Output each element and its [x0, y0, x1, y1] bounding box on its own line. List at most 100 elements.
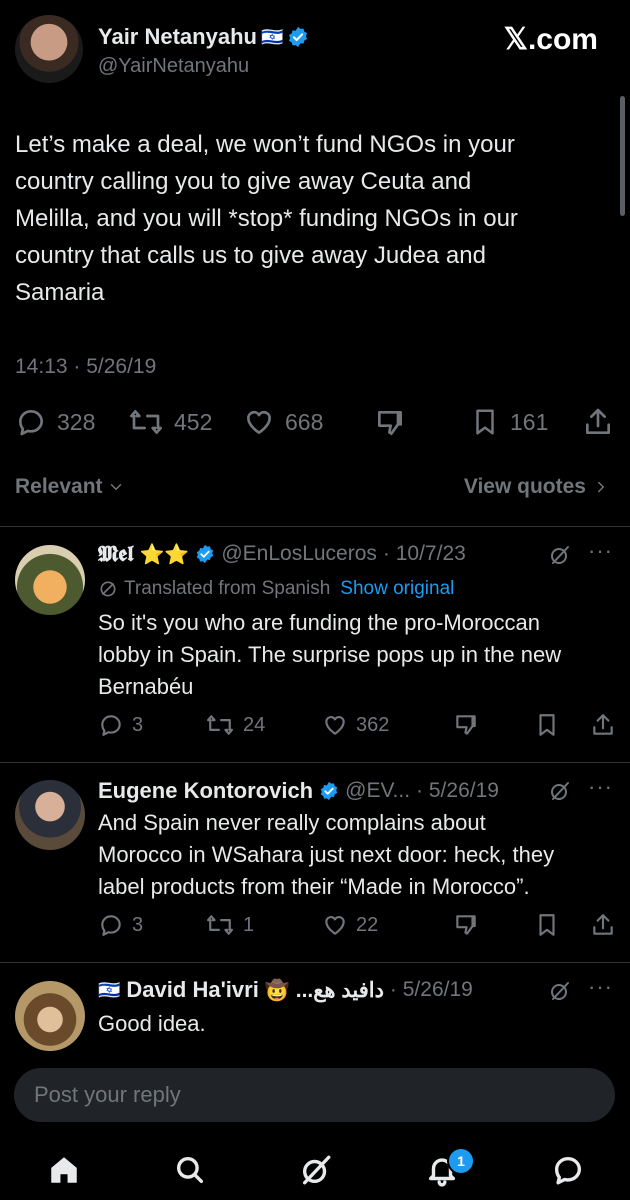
like-button[interactable]: 362 — [322, 712, 389, 738]
search-icon — [176, 1156, 204, 1184]
like-count: 22 — [356, 913, 379, 936]
repost-count: 452 — [174, 408, 213, 435]
reply-author-name[interactable]: David Ha'ivri — [126, 977, 258, 1003]
like-count: 362 — [356, 713, 390, 736]
thumbs-down-icon — [378, 411, 402, 435]
reply-avatar[interactable] — [15, 545, 85, 615]
israel-flag: 🇮🇱 — [260, 26, 284, 47]
verified-badge-icon — [197, 544, 214, 564]
share-button[interactable] — [582, 406, 614, 438]
reply-line: lobby in Spain. The surprise pops up in … — [98, 642, 562, 667]
share-icon — [593, 714, 613, 735]
share-button[interactable] — [590, 712, 616, 738]
more-options-icon[interactable]: ··· — [588, 538, 613, 564]
tab-home[interactable] — [47, 1153, 81, 1187]
message-icon — [554, 1156, 582, 1185]
author-avatar[interactable] — [15, 15, 83, 83]
repost-button[interactable]: 1 — [205, 912, 254, 938]
reply-author-name[interactable]: Eugene Kontorovich — [98, 778, 313, 804]
bookmark-count: 161 — [510, 408, 549, 435]
reply-button[interactable]: 328 — [15, 406, 95, 438]
downvote-button[interactable] — [453, 912, 479, 938]
reply-composer-placeholder: Post your reply — [34, 1082, 181, 1107]
reply-author-stars: ⭐⭐ — [139, 543, 190, 566]
bookmark-button[interactable] — [534, 712, 560, 738]
grok-icon — [551, 546, 569, 564]
reply-text: Good idea. — [98, 1008, 618, 1040]
bookmark-button[interactable]: 161 — [470, 406, 548, 438]
reply-date[interactable]: · 5/26/19 — [416, 779, 499, 803]
more-options-icon[interactable]: ··· — [588, 774, 613, 800]
reply-header: 🇮🇱 David Ha'ivri 🤠 ...دافيد هع · 5/26/19 — [98, 977, 618, 1003]
tweet-timestamp[interactable]: 14:13 · 5/26/19 — [15, 355, 156, 379]
grok-button[interactable] — [548, 543, 572, 567]
downvote-button[interactable] — [374, 407, 406, 439]
chevron-right-icon — [598, 481, 604, 493]
reply-text: And Spain never really complains about M… — [98, 807, 618, 903]
author-handle[interactable]: @YairNetanyahu — [98, 55, 249, 78]
tweet-line: country that calls us to give away Judea… — [15, 242, 486, 269]
reply-line: Good idea. — [98, 1011, 206, 1036]
downvote-button[interactable] — [453, 712, 479, 738]
chevron-down-icon — [110, 484, 121, 490]
show-original-link[interactable]: Show original — [340, 578, 454, 600]
bookmark-icon — [476, 409, 494, 435]
reply-author-handle[interactable]: @EV... — [345, 779, 410, 803]
author-name-row[interactable]: Yair Netanyahu 🇮🇱 — [98, 24, 309, 50]
translated-label: Translated from Spanish — [124, 578, 331, 599]
reply-header: 𝕸𝖊𝖑 ⭐⭐ @EnLosLuceros · 10/7/23 — [98, 541, 618, 567]
like-button[interactable]: 22 — [322, 912, 378, 938]
grok-button[interactable] — [548, 779, 572, 803]
reply-icon — [101, 715, 121, 736]
reply-count: 3 — [132, 713, 144, 736]
reply-header: Eugene Kontorovich @EV... · 5/26/19 — [98, 778, 618, 804]
home-icon — [51, 1157, 77, 1183]
reply-author-handle[interactable]: @EnLosLuceros — [221, 542, 377, 566]
verified-badge-icon — [289, 26, 308, 48]
heart-icon — [325, 916, 345, 935]
tab-grok[interactable] — [299, 1153, 333, 1187]
scrollbar[interactable] — [620, 96, 625, 216]
like-count: 668 — [285, 408, 324, 435]
reply-button[interactable]: 3 — [98, 712, 143, 738]
reply-composer[interactable]: Post your reply — [14, 1068, 615, 1122]
bookmark-icon — [539, 914, 555, 936]
thumbs-down-icon — [456, 715, 476, 735]
repost-button[interactable]: 24 — [205, 712, 265, 738]
reply-date[interactable]: · 5/26/19 — [390, 978, 473, 1002]
view-quotes-link[interactable]: View quotes — [464, 475, 610, 499]
grok-button[interactable] — [548, 979, 572, 1003]
notification-count: 1 — [457, 1153, 465, 1169]
bookmark-button[interactable] — [534, 912, 560, 938]
tab-messages[interactable] — [551, 1153, 585, 1187]
cowboy-emoji: 🤠 — [264, 979, 290, 1002]
tweet-line: Melilla, and you will *stop* funding NGO… — [15, 205, 518, 232]
share-icon — [593, 914, 613, 935]
repost-icon — [206, 715, 233, 735]
bookmark-icon — [539, 714, 555, 736]
tab-notifications[interactable]: 1 — [425, 1147, 475, 1187]
reply-text: So it's you who are funding the pro-Moro… — [98, 607, 618, 703]
tab-search[interactable] — [173, 1153, 207, 1187]
translation-row: Translated from Spanish Show original — [98, 578, 454, 600]
reply-author-name-arabic[interactable]: ...دافيد هع — [296, 978, 384, 1003]
divider — [0, 762, 630, 763]
reply-icon — [19, 410, 43, 436]
view-quotes-label: View quotes — [463, 475, 586, 498]
notification-badge: 1 — [447, 1147, 475, 1175]
reply-line: Bernabéu — [98, 674, 194, 699]
reply-date[interactable]: · 10/7/23 — [383, 542, 466, 566]
reply-button[interactable]: 3 — [98, 912, 143, 938]
like-button[interactable]: 668 — [243, 406, 323, 438]
reply-avatar[interactable] — [15, 981, 85, 1051]
reply-author-name[interactable]: 𝕸𝖊𝖑 — [98, 541, 134, 567]
repost-icon — [206, 915, 233, 935]
tweet-line: Samaria — [15, 279, 105, 306]
share-button[interactable] — [590, 912, 616, 938]
more-options-icon[interactable]: ··· — [588, 974, 613, 1000]
reply-avatar[interactable] — [15, 780, 85, 850]
sort-label: Relevant — [15, 475, 103, 498]
sort-dropdown[interactable]: Relevant — [15, 475, 125, 499]
reply-line: And Spain never really complains about — [98, 810, 486, 835]
repost-button[interactable]: 452 — [128, 406, 212, 438]
